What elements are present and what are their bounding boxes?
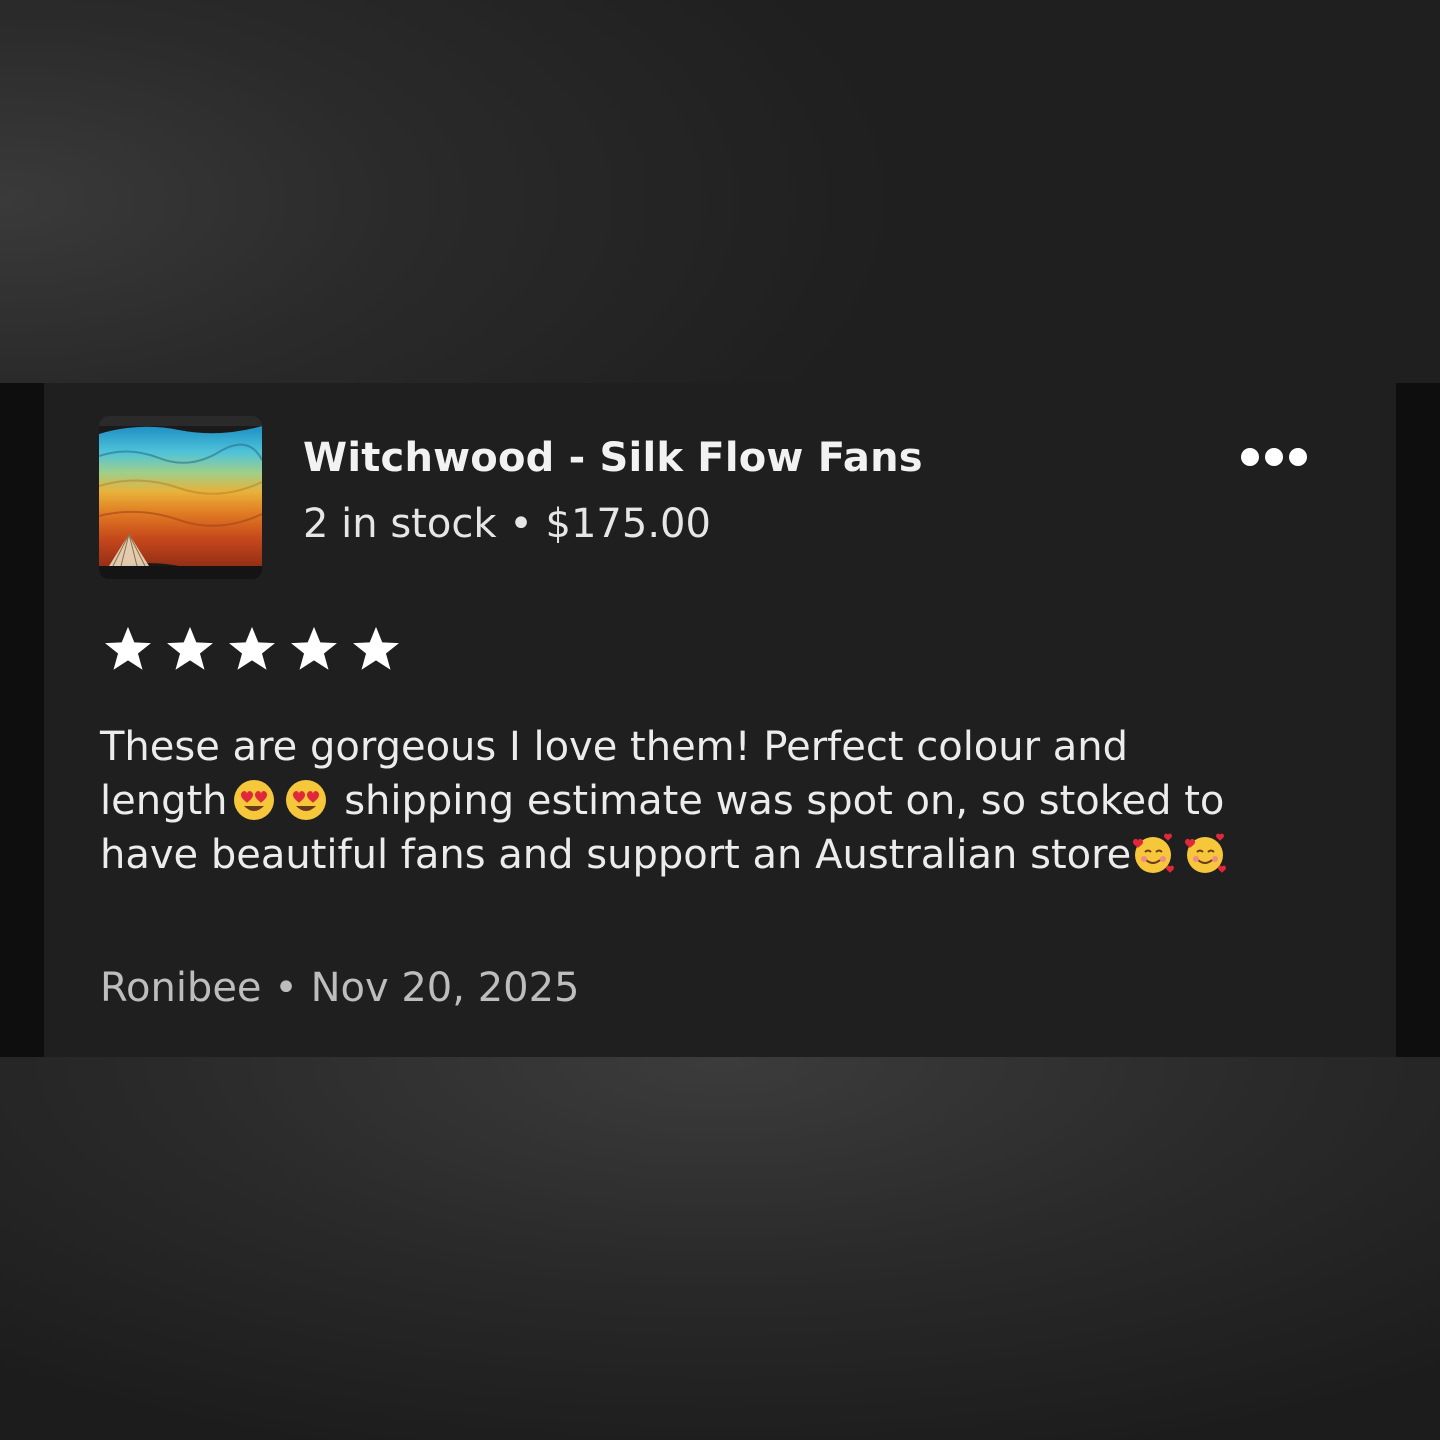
- star-icon: [291, 626, 337, 670]
- heart-eyes-emoji-icon: [285, 780, 326, 820]
- review-line-2-end: shipping estimate was spot on, so stoked…: [344, 778, 1225, 824]
- review-line-1: These are gorgeous I love them! Perfect …: [100, 724, 1129, 770]
- more-dot: [1241, 448, 1259, 466]
- author-separator: •: [274, 965, 298, 1011]
- right-edge-strip: [1396, 383, 1440, 1057]
- review-line-3: have beautiful fans and support an Austr…: [100, 828, 1340, 882]
- star-icon: [229, 626, 275, 670]
- star-icon: [105, 626, 151, 670]
- star-icon: [353, 626, 399, 670]
- meta-separator: •: [509, 501, 533, 547]
- more-dot: [1289, 448, 1307, 466]
- reviewer-name[interactable]: Ronibee: [100, 965, 262, 1011]
- review-line-2: length shipping estimate was spot on, so…: [100, 774, 1340, 828]
- smiling-face-with-hearts-emoji-icon: [1133, 833, 1175, 873]
- review-text: These are gorgeous I love them! Perfect …: [100, 720, 1340, 882]
- review-line-3-text: have beautiful fans and support an Austr…: [100, 832, 1132, 878]
- review-line-2-start: length: [100, 778, 228, 824]
- more-options-icon[interactable]: [1234, 443, 1314, 471]
- listing-thumbnail[interactable]: [99, 416, 262, 579]
- heart-eyes-emoji-icon: [233, 780, 274, 820]
- smiling-face-with-hearts-emoji-icon: [1185, 833, 1227, 873]
- listing-price: $175.00: [545, 501, 711, 547]
- listing-title[interactable]: Witchwood - Silk Flow Fans: [303, 435, 923, 481]
- review-author-line: Ronibee • Nov 20, 2025: [100, 965, 579, 1011]
- silk-fan-image: [99, 416, 262, 579]
- star-icon: [167, 626, 213, 670]
- left-edge-strip: [0, 383, 44, 1057]
- stock-price-line: 2 in stock • $175.00: [303, 501, 711, 547]
- background-top: [0, 0, 1440, 383]
- review-date: Nov 20, 2025: [310, 965, 580, 1011]
- stock-count: 2 in stock: [303, 501, 497, 547]
- more-dot: [1265, 448, 1283, 466]
- review-card: Witchwood - Silk Flow Fans 2 in stock • …: [44, 383, 1396, 1057]
- background-bottom: [0, 1057, 1440, 1440]
- star-rating: [102, 625, 402, 675]
